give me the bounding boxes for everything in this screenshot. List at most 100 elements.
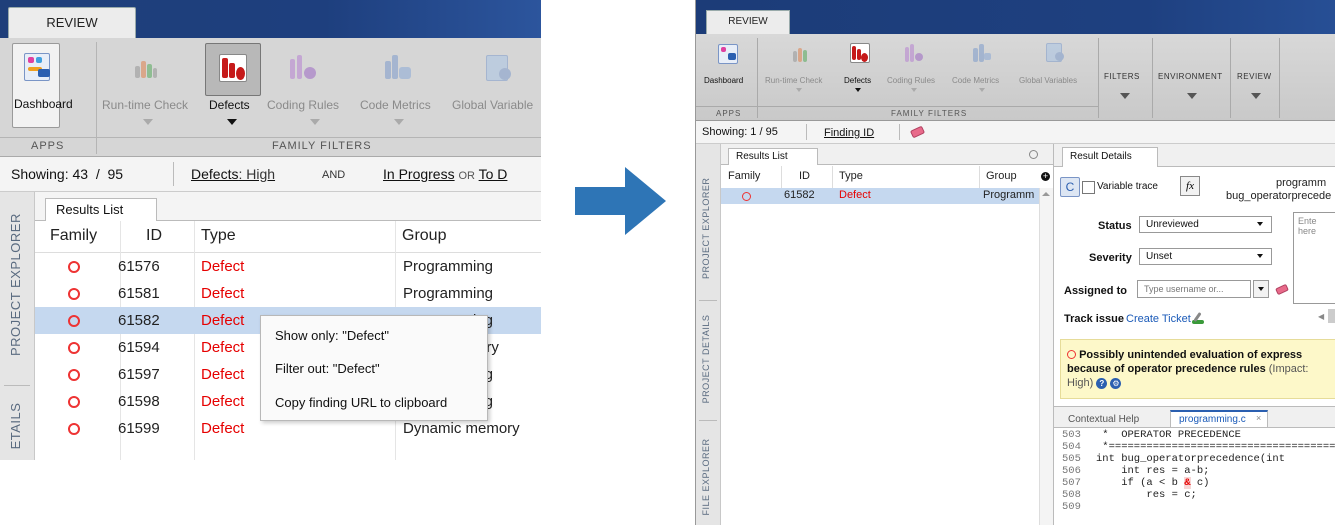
environment-button[interactable]: ENVIRONMENT: [1158, 72, 1223, 81]
row-type: Defect: [201, 339, 245, 356]
coding-rules-caret[interactable]: [911, 88, 917, 92]
column-header-type[interactable]: Type: [839, 170, 863, 182]
wrench-icon[interactable]: ⚙: [1110, 378, 1122, 389]
code-metrics-caret[interactable]: [394, 119, 404, 125]
global-variables-icon: [1046, 43, 1064, 62]
scroll-up-icon[interactable]: [1042, 192, 1050, 196]
line-number: 507: [1062, 477, 1081, 489]
dashboard-label: Dashboard: [14, 97, 73, 111]
severity-dropdown[interactable]: Unset: [1139, 248, 1272, 265]
row-group: Programming: [403, 258, 494, 275]
global-variables-icon: [486, 55, 512, 81]
row-id: 61598: [118, 393, 160, 410]
code-metrics-button[interactable]: Code Metrics: [952, 76, 999, 85]
coding-rules-button[interactable]: Coding Rules: [887, 76, 935, 85]
sidebar-divider: [4, 385, 30, 386]
defects-button[interactable]: Defects: [844, 76, 871, 85]
fx-button[interactable]: fx: [1180, 176, 1200, 196]
review-button[interactable]: REVIEW: [1237, 72, 1272, 81]
section-apps-label: APPS: [31, 140, 65, 152]
assigned-to-dropdown-button[interactable]: [1253, 280, 1269, 298]
runtime-check-caret[interactable]: [796, 88, 802, 92]
contextual-help-tab[interactable]: Contextual Help: [1068, 414, 1139, 425]
finding-id-filter[interactable]: Finding ID: [824, 127, 874, 139]
sidebar-project-explorer[interactable]: PROJECT EXPLORER: [701, 178, 715, 279]
sidebar-file-explorer[interactable]: FILE EXPLORER: [701, 433, 715, 521]
refresh-icon[interactable]: C: [1060, 177, 1080, 197]
defects-filter-value: : High: [238, 166, 276, 182]
status-dropdown[interactable]: Unreviewed: [1139, 216, 1272, 233]
toolstrip-divider: [0, 137, 541, 138]
defects-caret[interactable]: [227, 119, 237, 125]
code-editor[interactable]: 503 * OPERATOR PRECEDENCE 504 *==========…: [1062, 429, 1335, 513]
column-header-id[interactable]: ID: [799, 170, 810, 182]
tab-review[interactable]: REVIEW: [706, 10, 790, 34]
right-screenshot: REVIEW Dashboard Run-time Check Defects …: [695, 0, 1335, 525]
code-metrics-button[interactable]: Code Metrics: [360, 98, 431, 112]
pane-options-icon[interactable]: [1029, 150, 1038, 159]
column-header-type[interactable]: Type: [201, 227, 236, 245]
runtime-check-button[interactable]: Run-time Check: [102, 98, 188, 112]
defects-label: Defects: [209, 98, 250, 112]
create-ticket-link[interactable]: Create Ticket: [1126, 313, 1191, 325]
line-number: 506: [1062, 465, 1081, 477]
context-menu: Show only: "Defect" Filter out: "Defect"…: [260, 315, 488, 421]
assigned-to-input[interactable]: Type username or...: [1137, 280, 1251, 298]
column-header-family[interactable]: Family: [728, 170, 760, 182]
family-defect-icon: [68, 288, 80, 300]
coding-rules-button[interactable]: Coding Rules: [267, 98, 339, 112]
details-title-line1: programm: [1276, 177, 1327, 189]
row-type: Defect: [201, 393, 245, 410]
review-caret[interactable]: [1251, 93, 1261, 99]
filters-caret[interactable]: [1120, 93, 1130, 99]
column-header-family[interactable]: Family: [50, 227, 97, 245]
sidebar-project-explorer[interactable]: PROJECT EXPLORER: [8, 213, 26, 356]
header-separator: [781, 166, 782, 190]
row-type: Defect: [201, 366, 245, 383]
runtime-check-button[interactable]: Run-time Check: [765, 76, 822, 85]
code-text: * OPERATOR PRECEDENCE: [1096, 429, 1241, 441]
comment-scroll-left-icon[interactable]: ◀: [1318, 312, 1324, 321]
context-menu-copy-url[interactable]: Copy finding URL to clipboard: [275, 395, 447, 410]
results-scrollbar[interactable]: [1039, 188, 1053, 525]
code-metrics-caret[interactable]: [979, 88, 985, 92]
code-line: 509: [1062, 501, 1335, 513]
comment-scrollbar[interactable]: [1328, 309, 1335, 323]
code-line: 508 res = c;: [1062, 489, 1335, 501]
column-header-group[interactable]: Group: [402, 227, 446, 245]
table-row[interactable]: 61576 Defect Programming: [35, 253, 541, 280]
message-line1: Possibly unintended evaluation of expres…: [1067, 349, 1302, 361]
runtime-check-caret[interactable]: [143, 119, 153, 125]
close-tab-icon[interactable]: ×: [1256, 413, 1261, 423]
line-number: 503: [1062, 429, 1081, 441]
column-header-group[interactable]: Group: [986, 170, 1017, 182]
row-type: Defect: [201, 420, 245, 437]
table-row-selected[interactable]: 61582 Defect Programm: [721, 188, 1039, 204]
dashboard-button[interactable]: Dashboard: [704, 76, 743, 85]
sidebar-details[interactable]: ETAILS: [8, 393, 26, 459]
variable-trace-checkbox[interactable]: [1082, 181, 1095, 194]
status-filter-chip[interactable]: In Progress OR To D: [383, 166, 507, 182]
filters-button[interactable]: FILTERS: [1104, 72, 1140, 81]
add-column-icon[interactable]: +: [1041, 172, 1050, 181]
column-header-id[interactable]: ID: [146, 227, 162, 245]
line-number: 508: [1062, 489, 1081, 501]
sidebar-project-details[interactable]: PROJECT DETAILS: [701, 309, 715, 409]
toolstrip-divider-vertical: [1098, 38, 1099, 118]
defects-icon: [219, 54, 247, 82]
defects-caret[interactable]: [855, 88, 861, 92]
assigned-to-label: Assigned to: [1064, 285, 1127, 297]
help-icon[interactable]: ?: [1096, 378, 1108, 389]
tab-review[interactable]: REVIEW: [8, 7, 136, 38]
table-row[interactable]: 61581 Defect Programming: [35, 280, 541, 307]
context-menu-show-only[interactable]: Show only: "Defect": [275, 328, 389, 343]
file-tab[interactable]: programming.c ×: [1170, 410, 1268, 427]
code-text: c): [1190, 477, 1210, 489]
environment-caret[interactable]: [1187, 93, 1197, 99]
global-variables-button[interactable]: Global Variable: [452, 98, 533, 112]
context-menu-filter-out[interactable]: Filter out: "Defect": [275, 361, 380, 376]
defects-filter-chip[interactable]: Defects: High: [191, 166, 275, 182]
comment-box[interactable]: Ente here: [1293, 212, 1335, 304]
coding-rules-caret[interactable]: [310, 119, 320, 125]
global-variables-button[interactable]: Global Variables: [1019, 76, 1077, 85]
